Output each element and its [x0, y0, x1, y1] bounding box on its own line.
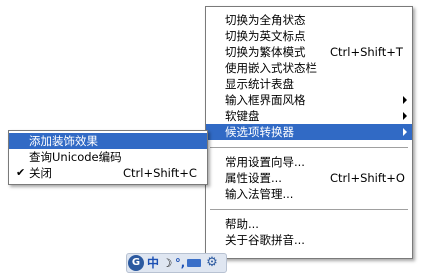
ime-status-toolbar: G 中 ☽ °, ⚙ — [126, 253, 227, 273]
menu-item-input-style[interactable]: 输入框界面风格 — [206, 92, 412, 108]
menu-item-shortcut: Ctrl+Shift+C — [123, 166, 197, 180]
menu-item-label: 属性设置... — [225, 171, 282, 185]
menu-item-label: 显示统计表盘 — [225, 77, 294, 91]
menu-item-english-punct[interactable]: 切换为英文标点 — [206, 28, 412, 44]
menu-item-embedded-statusbar[interactable]: 使用嵌入式状态栏 — [206, 60, 412, 76]
menu-item-setup-wizard[interactable]: 常用设置向导... — [206, 154, 412, 170]
submenu-arrow-icon — [403, 96, 407, 104]
menu-item-soft-keyboard[interactable]: 软键盘 — [206, 108, 412, 124]
menu-item-help[interactable]: 帮助... — [206, 216, 412, 232]
halfwidth-moon-icon[interactable]: ☽ — [161, 254, 173, 272]
menu-item-label: 查询Unicode编码 — [29, 150, 122, 164]
menu-item-stats-dashboard[interactable]: 显示统计表盘 — [206, 76, 412, 92]
keyboard-icon[interactable] — [187, 259, 201, 267]
menu-item-label: 关闭 — [29, 166, 52, 180]
menu-item-label: 输入框界面风格 — [225, 93, 306, 107]
menu-item-label: 常用设置向导... — [225, 155, 305, 169]
candidate-converter-submenu: 添加装饰效果 查询Unicode编码 ✔ 关闭 Ctrl+Shift+C — [8, 130, 208, 185]
punctuation-toggle-icon[interactable]: °, — [175, 254, 185, 272]
context-menu: 切换为全角状态 切换为英文标点 切换为繁体模式 Ctrl+Shift+T 使用嵌… — [205, 6, 413, 259]
google-pinyin-logo-icon[interactable]: G — [128, 255, 144, 271]
menu-item-label: 软键盘 — [225, 109, 260, 123]
submenu-item-unicode-lookup[interactable]: 查询Unicode编码 — [9, 149, 207, 165]
settings-gear-icon[interactable]: ⚙ — [204, 254, 220, 272]
menu-item-label: 关于谷歌拼音... — [225, 233, 305, 247]
submenu-item-decoration[interactable]: 添加装饰效果 — [9, 133, 207, 149]
submenu-arrow-icon — [403, 112, 407, 120]
menu-item-label: 切换为繁体模式 — [225, 45, 306, 59]
check-icon: ✔ — [16, 166, 26, 179]
menu-item-label: 添加装饰效果 — [29, 134, 98, 148]
menu-item-label: 帮助... — [225, 217, 259, 231]
menu-item-label: 输入法管理... — [225, 187, 294, 201]
menu-item-ime-manager[interactable]: 输入法管理... — [206, 186, 412, 202]
menu-item-shortcut: Ctrl+Shift+O — [330, 171, 405, 185]
menu-item-label: 候选项转换器 — [225, 125, 294, 139]
menu-item-properties[interactable]: 属性设置... Ctrl+Shift+O — [206, 170, 412, 186]
menu-separator — [210, 209, 408, 210]
menu-item-label: 使用嵌入式状态栏 — [225, 61, 317, 75]
menu-item-shortcut: Ctrl+Shift+T — [330, 45, 403, 59]
menu-item-candidate-converter[interactable]: 候选项转换器 — [206, 124, 412, 140]
menu-item-about[interactable]: 关于谷歌拼音... — [206, 232, 412, 248]
menu-separator — [210, 147, 408, 148]
menu-item-traditional[interactable]: 切换为繁体模式 Ctrl+Shift+T — [206, 44, 412, 60]
menu-item-label: 切换为全角状态 — [225, 13, 306, 27]
chinese-mode-toggle[interactable]: 中 — [146, 254, 160, 272]
menu-item-fullwidth[interactable]: 切换为全角状态 — [206, 12, 412, 28]
submenu-item-close[interactable]: ✔ 关闭 Ctrl+Shift+C — [9, 165, 207, 181]
submenu-arrow-icon — [403, 128, 407, 136]
menu-item-label: 切换为英文标点 — [225, 29, 306, 43]
